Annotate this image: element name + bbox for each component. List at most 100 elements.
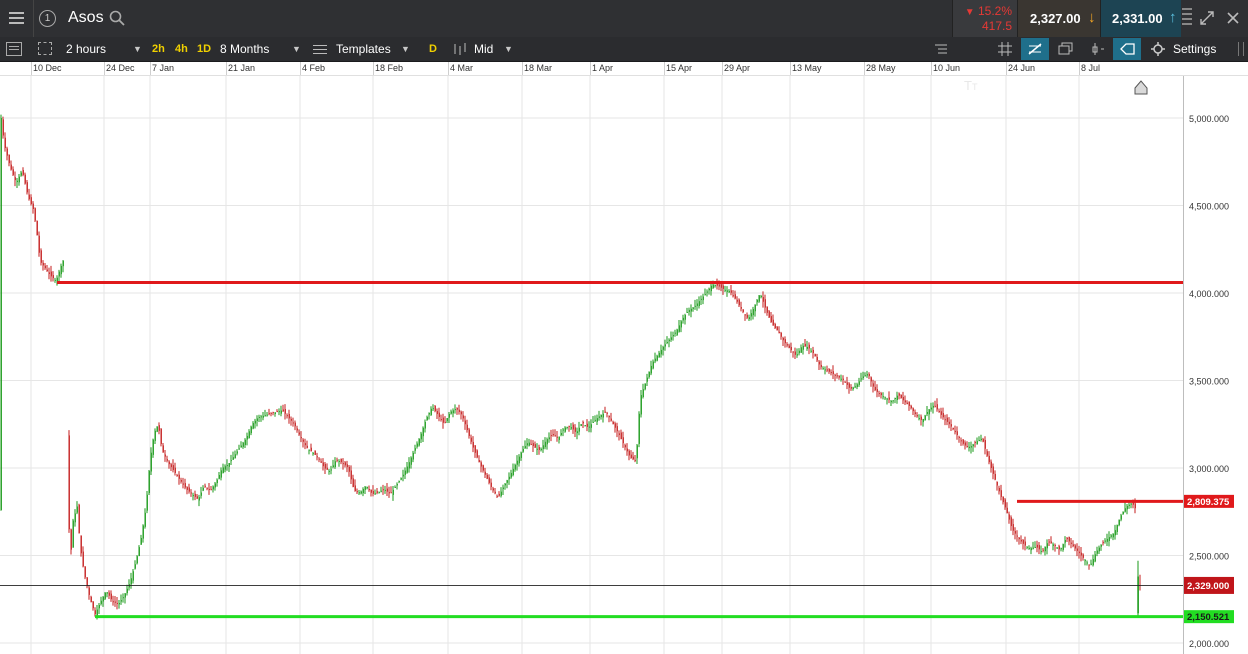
candle-body — [880, 393, 882, 396]
candle-body — [1062, 544, 1064, 550]
candle-body — [968, 446, 970, 449]
list-icon[interactable] — [934, 42, 948, 56]
templates-icon[interactable] — [313, 43, 327, 55]
layout-icon[interactable] — [38, 42, 52, 55]
templates-dropdown[interactable]: Templates — [336, 37, 391, 61]
candle-body — [814, 354, 816, 357]
date-tick — [522, 62, 523, 75]
candle-body — [32, 203, 34, 209]
price-change: ▼ 15.2% 417.5 — [952, 0, 1017, 37]
scroll-to-latest-icon[interactable] — [1134, 80, 1148, 95]
candle-body — [602, 413, 604, 418]
candle-body — [930, 407, 932, 410]
price-type-icon[interactable] — [452, 42, 468, 56]
candle-body — [992, 466, 994, 474]
candle-body — [26, 182, 28, 193]
interval-2h-button[interactable]: 2h — [152, 37, 165, 61]
price-chart[interactable]: 5,000.000 4,500.000 4,000.000 3,500.000 3,00… — [0, 76, 1248, 654]
candle-body — [1036, 544, 1038, 548]
candle-body — [686, 311, 688, 313]
range-caret-icon[interactable]: ▼ — [292, 37, 301, 61]
buy-button[interactable]: 2,331.00 ↑ — [1100, 0, 1181, 37]
d-button[interactable]: D — [429, 37, 437, 61]
candle-body — [180, 479, 182, 482]
candle-body — [1056, 547, 1058, 549]
chart-area[interactable]: 5,000.000 4,500.000 4,000.000 3,500.000 3,00… — [0, 76, 1248, 654]
candle-body — [714, 285, 716, 287]
candle-body — [656, 355, 658, 361]
price-type-dropdown[interactable]: Mid — [474, 37, 493, 61]
candle-body — [902, 396, 904, 401]
candle-body — [270, 412, 272, 414]
candle-body — [942, 412, 944, 418]
search-icon[interactable] — [109, 10, 125, 26]
candle-body — [470, 437, 472, 442]
candle-body — [1114, 530, 1116, 536]
candle-body — [632, 456, 634, 460]
candle-body — [12, 169, 14, 175]
candle-body — [834, 374, 836, 376]
buy-price: 2,331.00 — [1112, 11, 1163, 26]
indicators-icon[interactable] — [1091, 42, 1105, 56]
candle-body — [144, 512, 146, 527]
candle-body — [672, 335, 674, 337]
sell-button[interactable]: 2,327.00 ↓ — [1017, 0, 1100, 37]
candle-body — [748, 317, 750, 320]
candle-body — [1040, 551, 1042, 553]
candle-body — [0, 118, 2, 511]
candle-body — [246, 435, 248, 440]
candle-body — [234, 454, 236, 459]
candle-body — [226, 465, 228, 467]
interval-4h-button[interactable]: 4h — [175, 37, 188, 61]
expand-icon[interactable] — [1199, 10, 1215, 26]
candle-body — [536, 448, 538, 450]
range-dropdown[interactable]: 8 Months — [220, 37, 269, 61]
windows-icon[interactable] — [1058, 42, 1074, 56]
candle-body — [108, 592, 110, 596]
candle-body — [30, 197, 32, 205]
candle-body — [102, 596, 104, 602]
candle-body — [198, 497, 200, 501]
drawing-tools-icon[interactable] — [1021, 38, 1049, 60]
annotation-icon[interactable] — [1113, 38, 1141, 60]
panel-grip-icon[interactable] — [1182, 6, 1192, 30]
candle-body — [528, 442, 530, 446]
hamburger-icon[interactable] — [0, 0, 34, 37]
candle-body — [1110, 535, 1112, 537]
candle-body — [1038, 545, 1040, 550]
candle-body — [508, 476, 510, 480]
date-label: 10 Dec — [33, 63, 62, 73]
settings-button[interactable]: Settings — [1173, 37, 1216, 61]
candle-body — [1022, 540, 1024, 544]
candle-body — [274, 412, 276, 415]
candle-body — [310, 447, 312, 452]
interval-1d-button[interactable]: 1D — [197, 37, 211, 61]
candle-body — [136, 556, 138, 564]
settings-gear-icon[interactable] — [1151, 42, 1165, 56]
info-circle-icon[interactable]: 1 — [39, 10, 56, 27]
candle-body — [204, 485, 206, 487]
candle-body — [22, 169, 24, 175]
candle-body — [1030, 548, 1032, 551]
candle-body — [60, 265, 62, 275]
chart-toolbar: 2 hours ▼ 2h 4h 1D 8 Months ▼ Templates … — [0, 37, 1248, 93]
chart-type-icon[interactable] — [6, 42, 22, 56]
candle-body — [922, 419, 924, 423]
candle-body — [736, 299, 738, 302]
candle-body — [972, 444, 974, 447]
candle-body — [446, 418, 448, 421]
interval-caret-icon[interactable]: ▼ — [133, 37, 142, 61]
toolbar-grip-icon[interactable] — [1238, 42, 1244, 56]
candle-body — [652, 361, 654, 369]
crosshair-icon[interactable] — [998, 42, 1012, 56]
date-label: 15 Apr — [666, 63, 693, 73]
templates-caret-icon[interactable]: ▼ — [401, 37, 410, 61]
y-axis-label: 4,000.000 — [1189, 289, 1229, 299]
interval-dropdown[interactable]: 2 hours — [66, 37, 106, 61]
close-icon[interactable] — [1226, 11, 1240, 25]
candle-body — [42, 262, 44, 266]
candle-body — [580, 424, 582, 426]
candle-body — [44, 265, 46, 269]
candle-body — [362, 489, 364, 494]
price-type-caret-icon[interactable]: ▼ — [504, 37, 513, 61]
